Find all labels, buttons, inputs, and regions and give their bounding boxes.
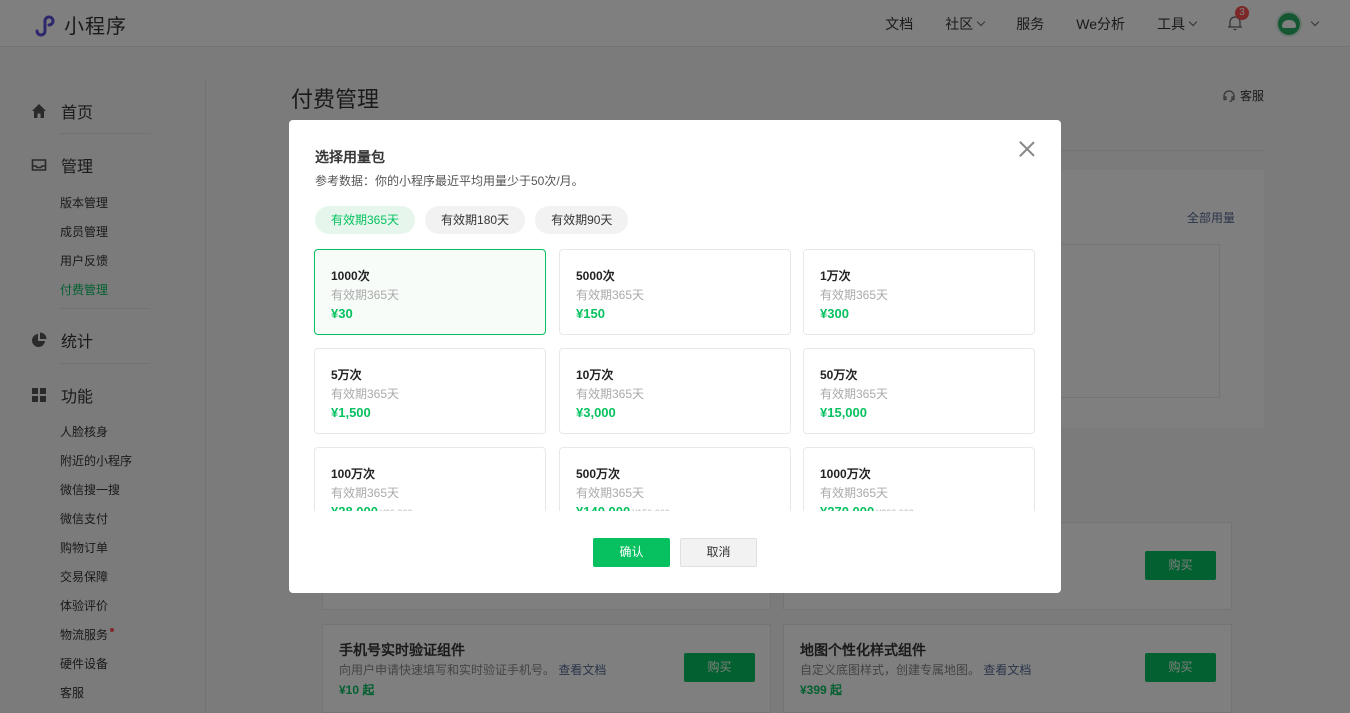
package-card[interactable]: 1万次有效期365天 ¥300: [803, 249, 1035, 335]
package-price-row: ¥300: [820, 305, 849, 323]
package-price: ¥150: [576, 306, 605, 321]
dialog-title: 选择用量包: [315, 149, 385, 165]
package-validity: 有效期365天: [331, 387, 400, 401]
package-price: ¥270,000: [820, 504, 874, 511]
package-price: ¥28,000: [331, 504, 378, 511]
close-icon[interactable]: [1019, 141, 1035, 157]
package-original-price: ¥300,000: [876, 508, 914, 511]
usage-package-dialog: 选择用量包 参考数据：你的小程序最近平均用量少于50次/月。 有效期365天 有…: [289, 120, 1061, 593]
package-price: ¥3,000: [576, 405, 616, 420]
package-card[interactable]: 10万次有效期365天 ¥3,000: [559, 348, 791, 434]
package-price-row: ¥30: [331, 305, 353, 323]
package-price-row: ¥28,000¥30,000: [331, 503, 413, 511]
package-price: ¥1,500: [331, 405, 371, 420]
dialog-subtitle: 参考数据：你的小程序最近平均用量少于50次/月。: [315, 174, 584, 188]
package-count: 5万次: [331, 368, 362, 382]
package-price: ¥30: [331, 306, 353, 321]
tab-180-days[interactable]: 有效期180天: [425, 206, 526, 234]
package-price-row: ¥3,000: [576, 404, 616, 422]
package-count: 50万次: [820, 368, 858, 382]
package-card[interactable]: 100万次有效期365天 ¥28,000¥30,000: [314, 447, 546, 511]
package-price-row: ¥15,000: [820, 404, 867, 422]
package-validity: 有效期365天: [576, 288, 645, 302]
package-validity: 有效期365天: [820, 387, 889, 401]
package-card[interactable]: 1000万次有效期365天 ¥270,000¥300,000: [803, 447, 1035, 511]
package-card[interactable]: 1000次有效期365天 ¥30: [314, 249, 546, 335]
package-count: 500万次: [576, 467, 621, 481]
package-count: 1000次: [331, 269, 370, 283]
package-count: 1万次: [820, 269, 851, 283]
package-original-price: ¥150,000: [632, 508, 670, 511]
confirm-button[interactable]: 确认: [593, 538, 670, 567]
package-count: 10万次: [576, 368, 614, 382]
package-card[interactable]: 5000次有效期365天 ¥150: [559, 249, 791, 335]
package-price-row: ¥1,500: [331, 404, 371, 422]
package-price-row: ¥270,000¥300,000: [820, 503, 914, 511]
package-validity: 有效期365天: [820, 486, 889, 500]
package-original-price: ¥30,000: [380, 508, 413, 511]
package-count: 5000次: [576, 269, 615, 283]
cancel-button[interactable]: 取消: [680, 538, 757, 567]
package-price: ¥15,000: [820, 405, 867, 420]
package-price: ¥300: [820, 306, 849, 321]
package-validity: 有效期365天: [576, 486, 645, 500]
package-grid: 1000次有效期365天 ¥30 5000次有效期365天 ¥150 1万次有效期365…: [314, 249, 1036, 511]
package-card[interactable]: 50万次有效期365天 ¥15,000: [803, 348, 1035, 434]
package-price: ¥140,000: [576, 504, 630, 511]
package-card[interactable]: 5万次有效期365天 ¥1,500: [314, 348, 546, 434]
package-validity: 有效期365天: [331, 486, 400, 500]
package-count: 100万次: [331, 467, 376, 481]
package-card[interactable]: 500万次有效期365天 ¥140,000¥150,000: [559, 447, 791, 511]
package-count: 1000万次: [820, 467, 871, 481]
package-validity: 有效期365天: [820, 288, 889, 302]
package-price-row: ¥140,000¥150,000: [576, 503, 670, 511]
package-validity: 有效期365天: [331, 288, 400, 302]
package-validity: 有效期365天: [576, 387, 645, 401]
tab-365-days[interactable]: 有效期365天: [315, 206, 416, 234]
package-price-row: ¥150: [576, 305, 605, 323]
package-list[interactable]: 1000次有效期365天 ¥30 5000次有效期365天 ¥150 1万次有效期365…: [314, 249, 1036, 511]
tab-90-days[interactable]: 有效期90天: [535, 206, 629, 234]
validity-tabs: 有效期365天 有效期180天 有效期90天: [315, 206, 638, 234]
